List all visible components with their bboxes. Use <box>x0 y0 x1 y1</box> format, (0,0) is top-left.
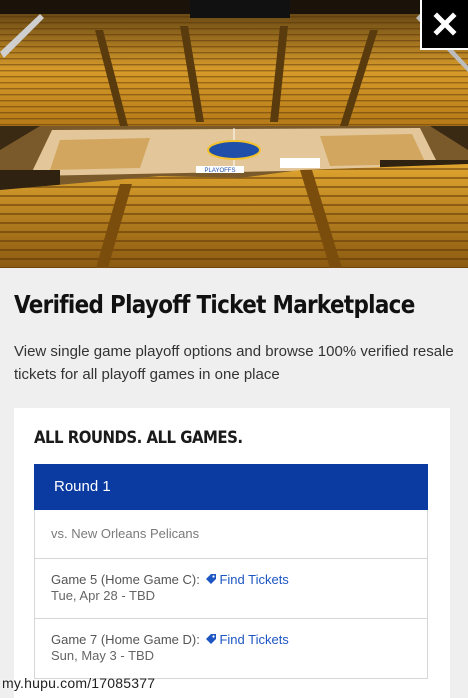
court-sign-text: PLAYOFFS <box>205 168 236 174</box>
opponent-label: vs. New Orleans Pelicans <box>35 510 427 559</box>
arena-illustration: PLAYOFFS <box>0 0 468 268</box>
game-title: Game 5 (Home Game C): <box>51 572 200 587</box>
page-title: Verified Playoff Ticket Marketplace <box>14 290 415 319</box>
ticket-tag-icon <box>206 574 217 584</box>
hero-arena-image: PLAYOFFS <box>0 0 468 268</box>
find-tickets-link[interactable]: Find Tickets <box>219 572 288 587</box>
card-heading: ALL ROUNDS. ALL GAMES. <box>34 428 243 448</box>
find-tickets-link[interactable]: Find Tickets <box>219 632 288 647</box>
round-games-list: vs. New Orleans Pelicans Game 5 (Home Ga… <box>34 510 428 679</box>
close-icon <box>433 12 457 36</box>
game-date: Sun, May 3 - TBD <box>51 648 155 663</box>
game-title: Game 7 (Home Game D): <box>51 632 200 647</box>
rounds-card: ALL ROUNDS. ALL GAMES. Round 1 vs. New O… <box>14 408 450 698</box>
close-button[interactable] <box>420 0 468 50</box>
game-date: Tue, Apr 28 - TBD <box>51 588 156 603</box>
ticket-tag-icon <box>206 634 217 644</box>
round-1-header[interactable]: Round 1 <box>34 464 428 510</box>
game-row-5: Game 5 (Home Game C): Find Tickets Tue, … <box>35 559 427 619</box>
watermark: my.hupu.com/17085377 <box>2 675 156 691</box>
game-row-7: Game 7 (Home Game D): Find Tickets Sun, … <box>35 619 427 679</box>
page-description: View single game playoff options and bro… <box>14 343 454 383</box>
